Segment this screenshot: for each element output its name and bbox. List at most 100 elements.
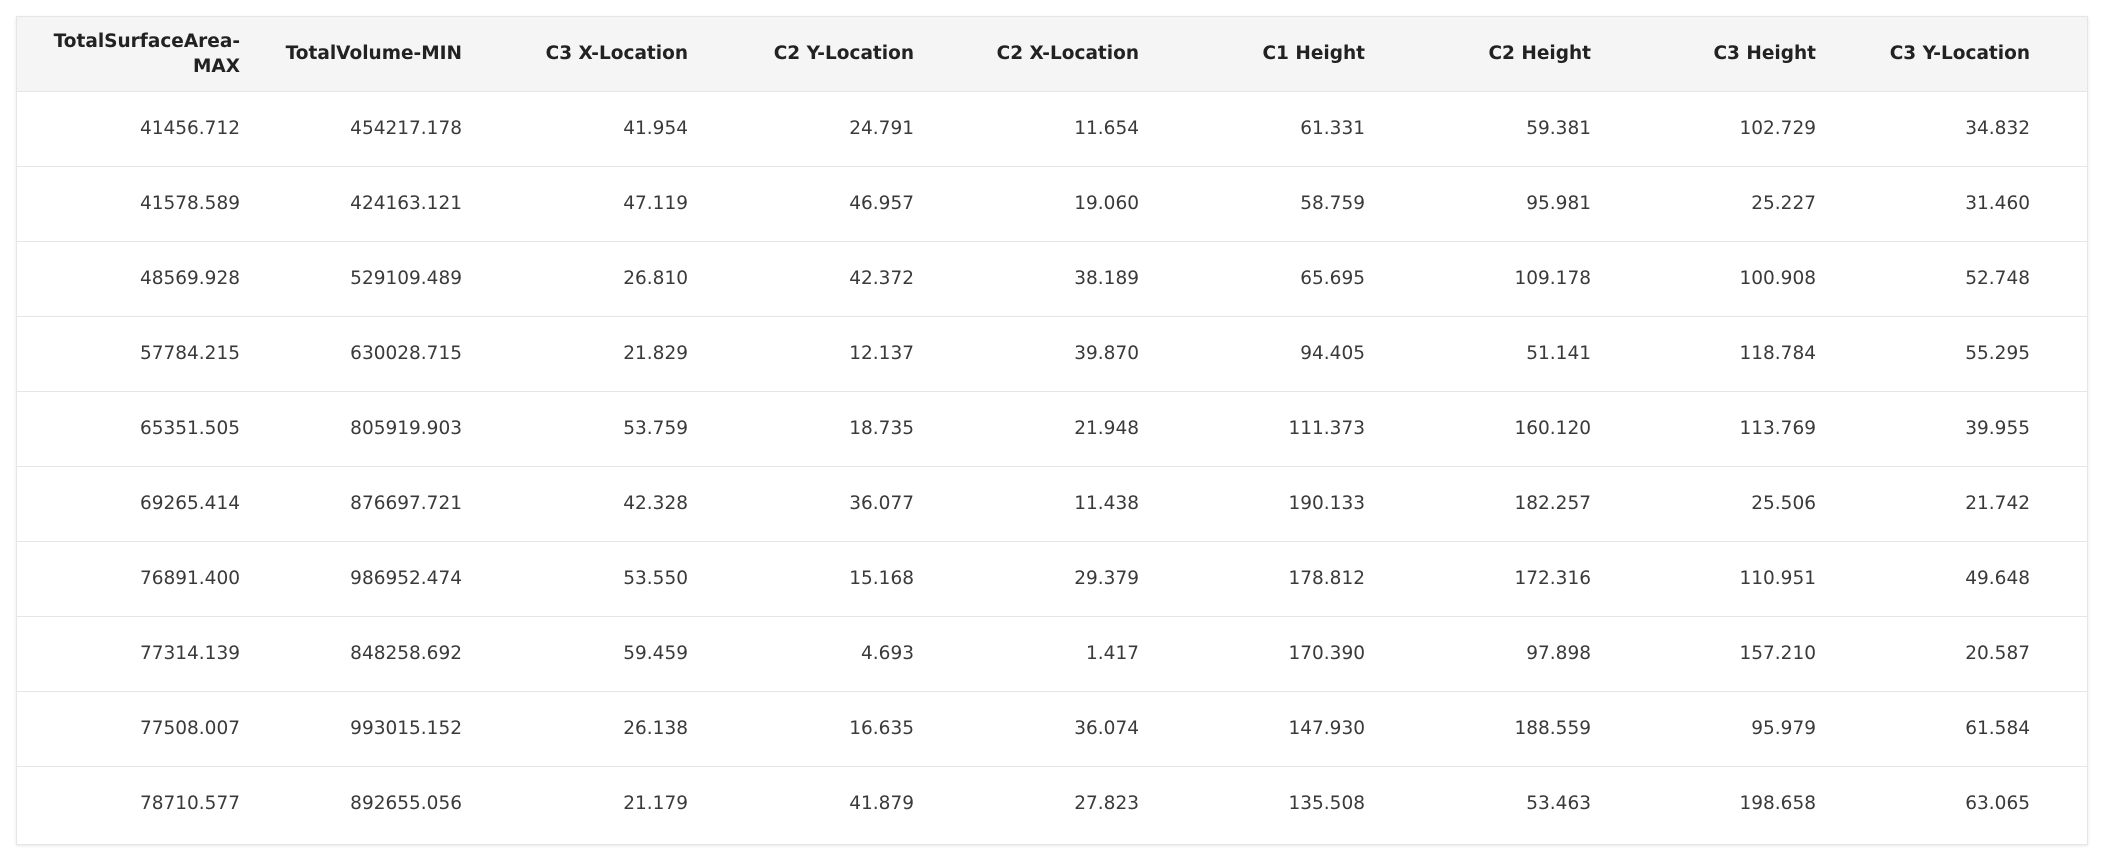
table-cell: 113.769	[1597, 391, 1822, 467]
row-filler	[2036, 616, 2087, 692]
table-cell: 95.979	[1597, 691, 1822, 767]
column-header-c1-height[interactable]: C1 Height	[1145, 17, 1371, 92]
table-cell: 53.759	[468, 391, 694, 467]
data-table: TotalSurfaceArea-MAX TotalVolume-MIN C3 …	[17, 17, 2087, 841]
table-row[interactable]: 77508.007 993015.152 26.138 16.635 36.074 147…	[17, 691, 2087, 767]
table-cell: 34.832	[1822, 91, 2036, 167]
table-cell: 100.908	[1597, 241, 1822, 317]
table-cell: 20.587	[1822, 616, 2036, 692]
row-filler	[2036, 91, 2087, 167]
table-cell: 29.379	[920, 541, 1145, 617]
table-row[interactable]: 76891.400 986952.474 53.550 15.168 29.379 178…	[17, 541, 2087, 617]
table-cell: 109.178	[1371, 241, 1597, 317]
table-cell: 61.584	[1822, 691, 2036, 767]
table-cell: 147.930	[1145, 691, 1371, 767]
table-cell: 41.954	[468, 91, 694, 167]
table-cell: 48569.928	[17, 241, 243, 317]
table-cell: 41456.712	[17, 91, 243, 167]
table-cell: 65351.505	[17, 391, 243, 467]
table-cell: 18.735	[694, 391, 920, 467]
column-header-c3-x-location[interactable]: C3 X-Location	[468, 17, 694, 92]
table-cell: 95.981	[1371, 166, 1597, 242]
row-filler	[2036, 541, 2087, 617]
table-cell: 170.390	[1145, 616, 1371, 692]
table-row[interactable]: 65351.505 805919.903 53.759 18.735 21.948 111…	[17, 391, 2087, 467]
table-cell: 77314.139	[17, 616, 243, 692]
table-cell: 26.810	[468, 241, 694, 317]
table-cell: 15.168	[694, 541, 920, 617]
table-row[interactable]: 78710.577 892655.056 21.179 41.879 27.823 135…	[17, 766, 2087, 841]
table-cell: 876697.721	[243, 466, 468, 542]
table-cell: 188.559	[1371, 691, 1597, 767]
table-cell: 49.648	[1822, 541, 2036, 617]
table-cell: 178.812	[1145, 541, 1371, 617]
table-cell: 182.257	[1371, 466, 1597, 542]
row-filler	[2036, 166, 2087, 242]
table-cell: 993015.152	[243, 691, 468, 767]
table-cell: 11.654	[920, 91, 1145, 167]
table-cell: 26.138	[468, 691, 694, 767]
row-filler	[2036, 691, 2087, 767]
table-cell: 41578.589	[17, 166, 243, 242]
table-cell: 24.791	[694, 91, 920, 167]
table-header-row: TotalSurfaceArea-MAX TotalVolume-MIN C3 …	[17, 17, 2087, 92]
table-cell: 58.759	[1145, 166, 1371, 242]
table-row[interactable]: 41456.712 454217.178 41.954 24.791 11.654 61.…	[17, 91, 2087, 167]
table-cell: 55.295	[1822, 316, 2036, 392]
table-cell: 21.948	[920, 391, 1145, 467]
column-header-c2-y-location[interactable]: C2 Y-Location	[694, 17, 920, 92]
column-header-total-volume-min[interactable]: TotalVolume-MIN	[243, 17, 468, 92]
table-cell: 135.508	[1288, 793, 1365, 815]
table-cell: 51.141	[1371, 316, 1597, 392]
table-cell: 97.898	[1371, 616, 1597, 692]
table-cell: 42.328	[468, 466, 694, 542]
table-cell: 110.951	[1597, 541, 1822, 617]
table-cell: 25.506	[1597, 466, 1822, 542]
table-cell: 11.438	[920, 466, 1145, 542]
table-cell: 21.829	[468, 316, 694, 392]
table-row[interactable]: 69265.414 876697.721 42.328 36.077 11.438 190…	[17, 466, 2087, 542]
table-cell: 198.658	[1739, 793, 1816, 815]
table-cell: 118.784	[1597, 316, 1822, 392]
row-filler	[2036, 466, 2087, 542]
row-filler	[2036, 766, 2087, 841]
table-cell: 21.742	[1822, 466, 2036, 542]
table-row[interactable]: 77314.139 848258.692 59.459 4.693 1.417 170.3…	[17, 616, 2087, 692]
table-cell: 12.137	[694, 316, 920, 392]
table-cell: 77508.007	[17, 691, 243, 767]
table-cell: 848258.692	[243, 616, 468, 692]
row-filler	[2036, 391, 2087, 467]
row-filler	[2036, 316, 2087, 392]
table-body: 41456.712 454217.178 41.954 24.791 11.654 61.…	[17, 91, 2087, 841]
table-cell: 190.133	[1145, 466, 1371, 542]
table-row[interactable]: 48569.928 529109.489 26.810 42.372 38.189 65.…	[17, 241, 2087, 317]
table-row[interactable]: 57784.215 630028.715 21.829 12.137 39.870 94.…	[17, 316, 2087, 392]
table-cell: 19.060	[920, 166, 1145, 242]
table-cell: 892655.056	[350, 793, 462, 815]
table-cell: 529109.489	[243, 241, 468, 317]
table-cell: 36.077	[694, 466, 920, 542]
header-filler	[2036, 17, 2087, 92]
column-header-c2-x-location[interactable]: C2 X-Location	[920, 17, 1145, 92]
table-cell: 69265.414	[17, 466, 243, 542]
table-cell: 47.119	[468, 166, 694, 242]
results-table: TotalSurfaceArea-MAX TotalVolume-MIN C3 …	[16, 16, 2088, 845]
table-cell: 16.635	[694, 691, 920, 767]
table-cell: 454217.178	[243, 91, 468, 167]
table-cell: 160.120	[1371, 391, 1597, 467]
table-cell: 4.693	[694, 616, 920, 692]
table-cell: 57784.215	[17, 316, 243, 392]
table-cell: 41.879	[849, 793, 914, 815]
table-cell: 61.331	[1145, 91, 1371, 167]
column-header-c3-height[interactable]: C3 Height	[1597, 17, 1822, 92]
column-header-total-surface-area-max[interactable]: TotalSurfaceArea-MAX	[17, 17, 243, 92]
table-cell: 157.210	[1597, 616, 1822, 692]
table-cell: 1.417	[920, 616, 1145, 692]
table-cell: 39.955	[1822, 391, 2036, 467]
column-header-c2-height[interactable]: C2 Height	[1371, 17, 1597, 92]
column-header-c3-y-location[interactable]: C3 Y-Location	[1822, 17, 2036, 92]
table-cell: 102.729	[1597, 91, 1822, 167]
table-cell: 53.463	[1526, 793, 1591, 815]
table-cell: 27.823	[1074, 793, 1139, 815]
table-row[interactable]: 41578.589 424163.121 47.119 46.957 19.060 58.…	[17, 166, 2087, 242]
